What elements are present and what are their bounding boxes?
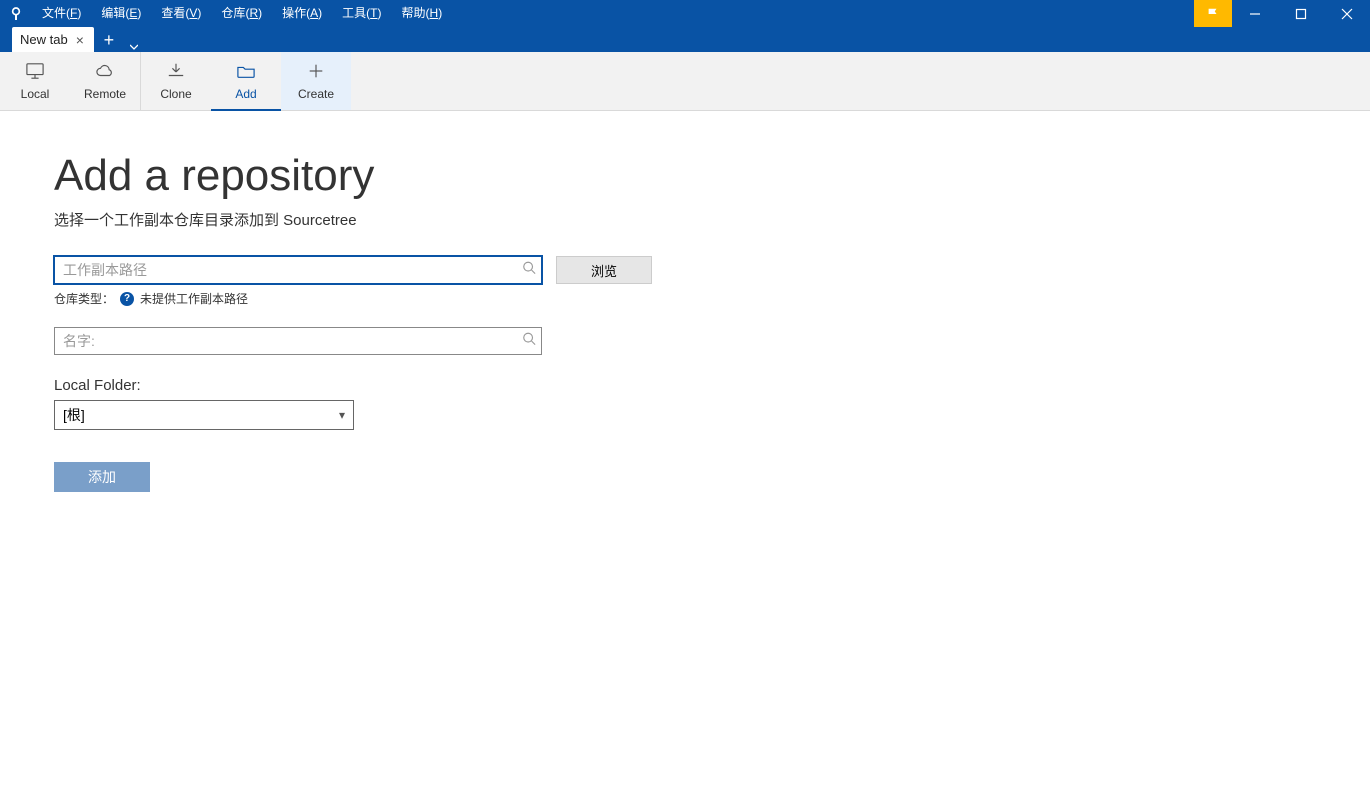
menu-file[interactable]: 文件(F) bbox=[32, 0, 91, 27]
tab-label: New tab bbox=[20, 32, 68, 47]
repo-type-row: 仓库类型： ? 未提供工作副本路径 bbox=[54, 290, 1370, 307]
folder-open-icon bbox=[235, 62, 257, 83]
tab-strip: New tab × + bbox=[0, 27, 1370, 52]
download-icon bbox=[165, 62, 187, 83]
app-logo bbox=[0, 6, 32, 22]
local-folder-select[interactable]: [根] ▾ bbox=[54, 400, 354, 430]
maximize-button[interactable] bbox=[1278, 0, 1324, 27]
repo-type-message: 未提供工作副本路径 bbox=[140, 290, 248, 307]
menu-help[interactable]: 帮助(H) bbox=[392, 0, 453, 27]
tab-current[interactable]: New tab × bbox=[12, 27, 94, 52]
repo-type-label: 仓库类型： bbox=[54, 290, 114, 307]
title-bar: 文件(F) 编辑(E) 查看(V) 仓库(R) 操作(A) 工具(T) 帮助(H… bbox=[0, 0, 1370, 27]
working-copy-path-input[interactable] bbox=[54, 256, 542, 284]
page-title: Add a repository bbox=[54, 153, 1370, 199]
add-button[interactable]: 添加 bbox=[54, 462, 150, 492]
menu-view[interactable]: 查看(V) bbox=[151, 0, 211, 27]
menu-tools[interactable]: 工具(T) bbox=[332, 0, 391, 27]
menu-edit[interactable]: 编辑(E) bbox=[91, 0, 151, 27]
menu-action[interactable]: 操作(A) bbox=[272, 0, 332, 27]
main-content: Add a repository 选择一个工作副本仓库目录添加到 Sourcet… bbox=[0, 111, 1370, 492]
menu-repo[interactable]: 仓库(R) bbox=[211, 0, 272, 27]
toolbar-clone[interactable]: Clone bbox=[141, 52, 211, 110]
window-controls bbox=[1194, 0, 1370, 27]
toolbar-remote[interactable]: Remote bbox=[70, 52, 140, 110]
local-folder-label: Local Folder: bbox=[54, 377, 1370, 394]
toolbar-local[interactable]: Local bbox=[0, 52, 70, 110]
chevron-down-icon: ▾ bbox=[339, 408, 345, 422]
toolbar: Local Remote Clone Add Create bbox=[0, 52, 1370, 111]
tab-dropdown-icon[interactable] bbox=[126, 43, 142, 51]
cloud-icon bbox=[94, 62, 116, 83]
menu-bar: 文件(F) 编辑(E) 查看(V) 仓库(R) 操作(A) 工具(T) 帮助(H… bbox=[32, 0, 452, 27]
local-folder-value: [根] bbox=[63, 405, 85, 425]
tab-close-icon[interactable]: × bbox=[76, 33, 84, 47]
info-icon: ? bbox=[120, 292, 134, 306]
browse-button[interactable]: 浏览 bbox=[556, 256, 652, 284]
new-tab-button[interactable]: + bbox=[98, 29, 120, 51]
name-input[interactable] bbox=[54, 327, 542, 355]
monitor-icon bbox=[24, 62, 46, 83]
toolbar-create[interactable]: Create bbox=[281, 52, 351, 110]
page-subtitle: 选择一个工作副本仓库目录添加到 Sourcetree bbox=[54, 209, 1370, 230]
notification-flag-icon[interactable] bbox=[1194, 0, 1232, 27]
toolbar-add[interactable]: Add bbox=[211, 52, 281, 110]
close-button[interactable] bbox=[1324, 0, 1370, 27]
plus-icon bbox=[305, 62, 327, 83]
minimize-button[interactable] bbox=[1232, 0, 1278, 27]
